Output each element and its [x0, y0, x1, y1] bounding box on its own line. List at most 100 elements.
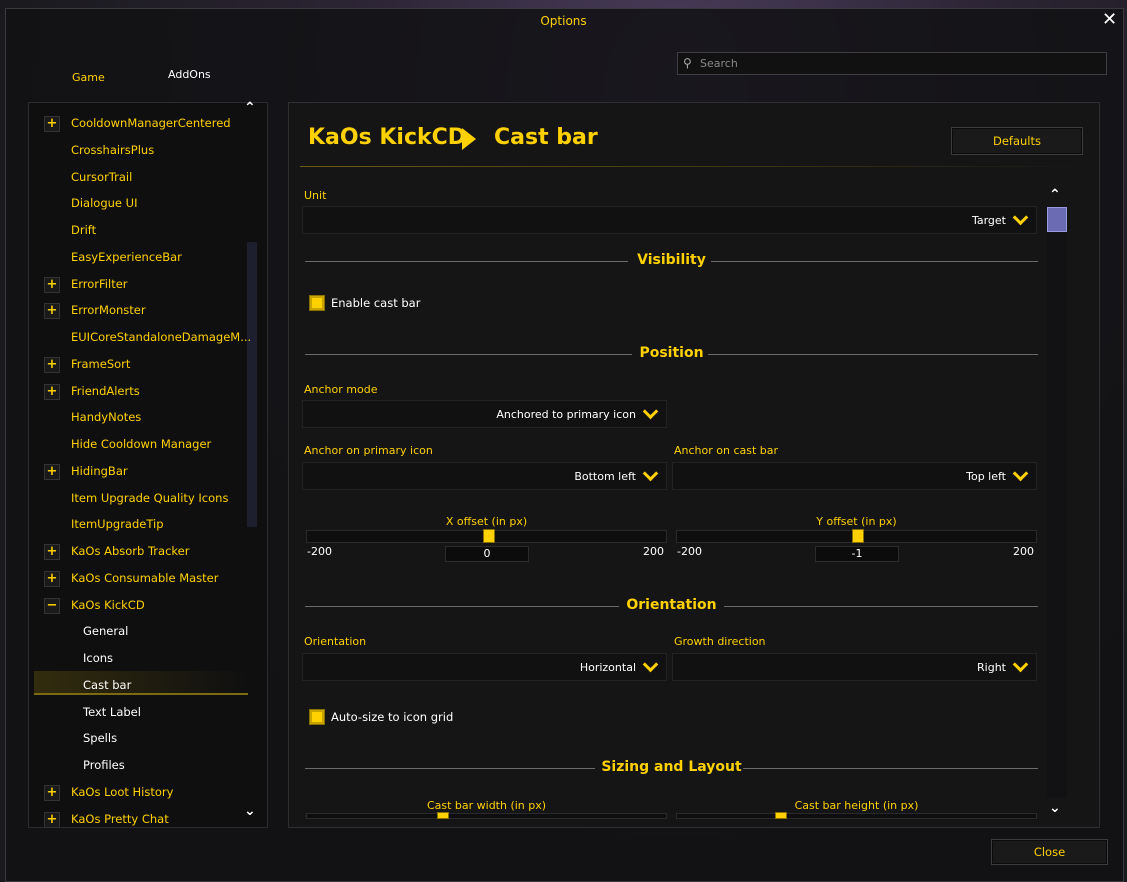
sidebar-item[interactable]: ItemUpgradeTip — [71, 517, 164, 531]
anchor-primary-dropdown[interactable]: Bottom left — [302, 462, 667, 490]
orientation-dropdown[interactable]: Horizontal — [302, 653, 667, 681]
defaults-button[interactable]: Defaults — [951, 127, 1083, 155]
close-icon[interactable]: ✕ — [1102, 9, 1117, 30]
sidebar-item[interactable]: Profiles — [83, 758, 125, 772]
sidebar-item[interactable]: ErrorFilter — [71, 277, 128, 291]
expand-icon[interactable]: + — [44, 303, 60, 319]
breadcrumb-addon[interactable]: KaOs KickCD — [308, 125, 466, 150]
unit-value: Target — [971, 214, 1006, 227]
tab-game[interactable]: Game — [72, 71, 105, 84]
sidebar-item[interactable]: HandyNotes — [71, 410, 141, 424]
sidebar-item[interactable]: EasyExperienceBar — [71, 250, 182, 264]
expand-icon[interactable]: + — [44, 812, 60, 828]
chevron-down-icon — [642, 656, 659, 673]
x-offset-value[interactable]: 0 — [445, 546, 529, 562]
anchor-castbar-label: Anchor on cast bar — [674, 444, 779, 457]
sidebar-item[interactable]: Item Upgrade Quality Icons — [71, 491, 228, 505]
castbar-height-thumb[interactable] — [775, 812, 787, 819]
y-offset-slider[interactable] — [676, 529, 1037, 543]
sidebar-item[interactable]: CooldownManagerCentered — [71, 116, 231, 130]
growth-direction-label: Growth direction — [674, 635, 766, 648]
unit-label: Unit — [304, 189, 327, 202]
sidebar-item[interactable]: Icons — [83, 651, 113, 665]
search-input[interactable]: ⚲ Search — [677, 52, 1107, 75]
x-offset-thumb[interactable] — [483, 529, 495, 543]
sidebar-item[interactable]: Spells — [83, 731, 117, 745]
y-offset-value[interactable]: -1 — [815, 546, 899, 562]
sidebar-item[interactable]: EUICoreStandaloneDamageM... — [71, 330, 251, 344]
section-title: Orientation — [626, 597, 717, 613]
collapse-icon[interactable]: − — [44, 598, 60, 614]
sidebar-scrollbar[interactable] — [247, 242, 257, 527]
sidebar-item[interactable]: Text Label — [83, 705, 141, 719]
unit-dropdown[interactable]: Target — [302, 206, 1037, 234]
x-offset-max: 200 — [643, 545, 664, 558]
section-position: Position — [305, 345, 1038, 365]
autosize-label: Auto-size to icon grid — [331, 710, 454, 724]
expand-icon[interactable]: + — [44, 116, 60, 132]
sidebar-item[interactable]: CrosshairsPlus — [71, 143, 154, 157]
x-offset-slider[interactable] — [306, 529, 667, 543]
expand-icon[interactable]: + — [44, 357, 60, 373]
y-offset-label: Y offset (in px) — [816, 515, 897, 528]
anchor-primary-value: Bottom left — [574, 470, 636, 483]
sidebar-item[interactable]: FrameSort — [71, 357, 130, 371]
tab-addons[interactable]: AddOns — [168, 68, 211, 81]
castbar-height-slider[interactable] — [676, 812, 1037, 819]
expand-icon[interactable]: + — [44, 544, 60, 560]
addon-list — [28, 102, 268, 828]
castbar-width-label: Cast bar width (in px) — [426, 799, 547, 812]
header-divider — [300, 166, 1090, 167]
orientation-label: Orientation — [304, 635, 367, 648]
chevron-down-icon[interactable]: ⌄ — [1049, 800, 1061, 816]
chevron-down-icon[interactable]: ⌄ — [244, 803, 256, 819]
x-offset-min: -200 — [307, 545, 332, 558]
sidebar-item[interactable]: FriendAlerts — [71, 384, 140, 398]
sidebar-item[interactable]: Drift — [71, 223, 96, 237]
chevron-up-icon[interactable]: ⌃ — [1049, 187, 1061, 203]
page-title: Cast bar — [494, 125, 598, 150]
y-offset-thumb[interactable] — [852, 529, 864, 543]
anchor-castbar-dropdown[interactable]: Top left — [672, 462, 1037, 490]
orientation-value: Horizontal — [579, 661, 636, 674]
sidebar-item[interactable]: KaOs KickCD — [71, 598, 145, 612]
sidebar-item[interactable]: Cast bar — [83, 678, 131, 692]
panel-scrollbar[interactable] — [1047, 207, 1067, 798]
sidebar-item[interactable]: Dialogue UI — [71, 196, 137, 210]
sidebar-item[interactable]: HidingBar — [71, 464, 128, 478]
chevron-up-icon[interactable]: ⌃ — [244, 100, 256, 116]
selected-item-highlight — [34, 671, 248, 695]
growth-direction-dropdown[interactable]: Right — [672, 653, 1037, 681]
sidebar-item[interactable]: Hide Cooldown Manager — [71, 437, 211, 451]
close-button[interactable]: Close — [991, 839, 1108, 865]
section-visibility: Visibility — [305, 252, 1038, 272]
autosize-checkbox[interactable] — [309, 709, 325, 725]
sidebar-item[interactable]: CursorTrail — [71, 170, 132, 184]
chevron-down-icon — [1012, 465, 1029, 482]
expand-icon[interactable]: + — [44, 384, 60, 400]
search-icon: ⚲ — [683, 56, 692, 70]
castbar-width-slider[interactable] — [306, 812, 667, 819]
anchor-mode-value: Anchored to primary icon — [496, 408, 636, 421]
enable-cast-bar-checkbox[interactable] — [309, 295, 325, 311]
sidebar-item[interactable]: KaOs Absorb Tracker — [71, 544, 189, 558]
sidebar-item[interactable]: General — [83, 624, 128, 638]
expand-icon[interactable]: + — [44, 277, 60, 293]
expand-icon[interactable]: + — [44, 785, 60, 801]
expand-icon[interactable]: + — [44, 571, 60, 587]
section-orientation: Orientation — [305, 597, 1038, 617]
anchor-primary-label: Anchor on primary icon — [304, 444, 433, 457]
castbar-height-label: Cast bar height (in px) — [794, 799, 919, 812]
sidebar-item[interactable]: ErrorMonster — [71, 303, 146, 317]
sidebar-item[interactable]: KaOs Pretty Chat — [71, 812, 169, 826]
breadcrumb-arrow-icon — [462, 128, 476, 150]
sidebar-item[interactable]: KaOs Loot History — [71, 785, 173, 799]
anchor-mode-label: Anchor mode — [304, 383, 378, 396]
window-title: Options — [540, 14, 587, 28]
scrollbar-grip[interactable] — [1047, 207, 1067, 232]
expand-icon[interactable]: + — [44, 464, 60, 480]
sidebar-item[interactable]: KaOs Consumable Master — [71, 571, 218, 585]
chevron-down-icon — [642, 465, 659, 482]
anchor-mode-dropdown[interactable]: Anchored to primary icon — [302, 400, 667, 428]
castbar-width-thumb[interactable] — [437, 812, 449, 819]
